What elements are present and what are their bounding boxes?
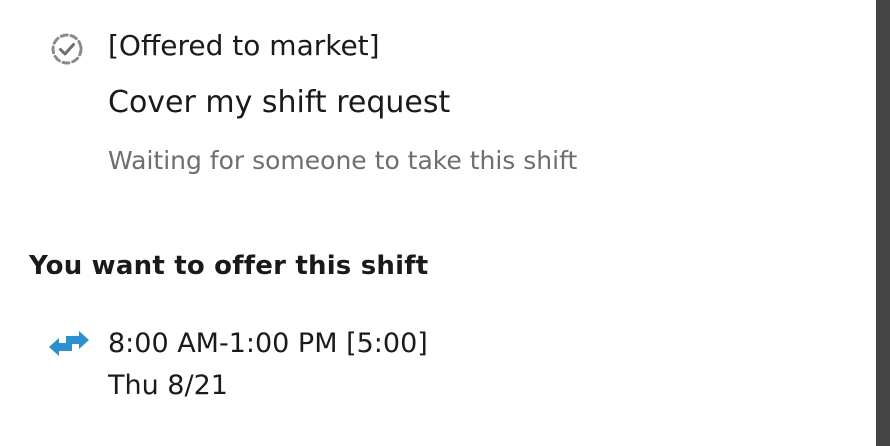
offer-section-heading: You want to offer this shift [29, 251, 429, 281]
swap-arrows-icon [48, 328, 90, 360]
request-status-label: [Offered to market] [108, 29, 380, 62]
request-status-text: Waiting for someone to take this shift [108, 146, 578, 175]
scrollbar[interactable] [876, 0, 890, 446]
request-title: Cover my shift request [108, 85, 451, 120]
shift-request-panel: [Offered to market] Cover my shift reque… [0, 0, 876, 446]
pending-check-icon [48, 30, 86, 68]
shift-date: Thu 8/21 [108, 370, 228, 401]
shift-time-range: 8:00 AM-1:00 PM [5:00] [108, 328, 428, 359]
